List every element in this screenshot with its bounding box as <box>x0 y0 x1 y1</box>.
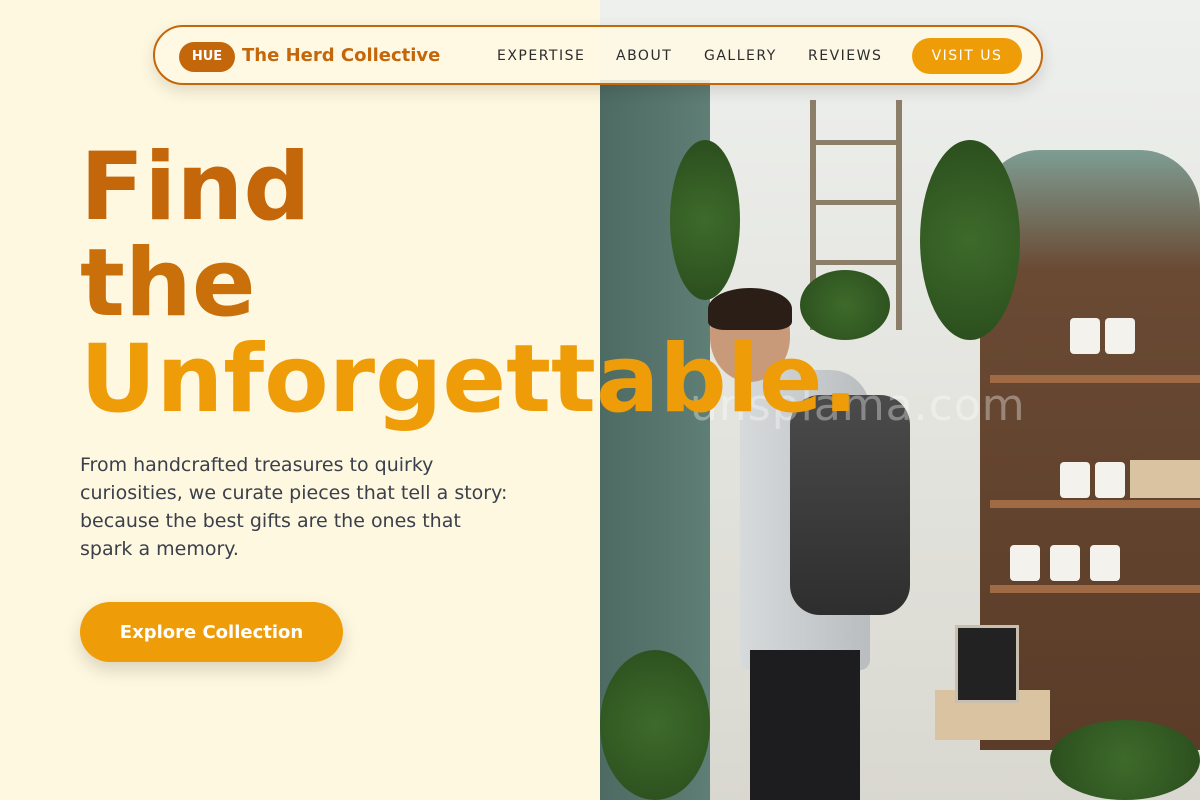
candle-jar <box>1050 545 1080 581</box>
explore-collection-button[interactable]: Explore Collection <box>80 602 343 662</box>
shopper-legs <box>750 650 860 800</box>
top-navbar: HUE The Herd Collective EXPERTISE ABOUT … <box>153 25 1043 85</box>
potted-plant <box>1050 720 1200 800</box>
hero-headline: Find the Unforgettable. <box>80 140 858 428</box>
visit-us-button[interactable]: VISIT US <box>912 38 1022 74</box>
candle-jar <box>1090 545 1120 581</box>
candle-jar <box>1060 462 1090 498</box>
hanging-plant <box>920 140 1020 340</box>
shelf-board <box>990 500 1200 508</box>
chalkboard-sign <box>955 625 1019 703</box>
brand-name[interactable]: The Herd Collective <box>242 45 440 66</box>
nav-link-about[interactable]: ABOUT <box>616 48 672 64</box>
candle-jar <box>1095 462 1125 498</box>
hero-description: From handcrafted treasures to quirky cur… <box>80 454 508 560</box>
nav-link-gallery[interactable]: GALLERY <box>704 48 777 64</box>
headline-line-1: Find <box>80 133 311 242</box>
headline-line-2: the <box>80 229 256 338</box>
shelf-board <box>990 585 1200 593</box>
candle-jar <box>1105 318 1135 354</box>
nav-link-expertise[interactable]: EXPERTISE <box>497 48 585 64</box>
candle-jar <box>1010 545 1040 581</box>
potted-plant <box>600 650 710 800</box>
gift-box <box>1130 460 1200 498</box>
headline-line-3: Unforgettable. <box>80 325 859 434</box>
candle-jar <box>1070 318 1100 354</box>
nav-link-reviews[interactable]: REVIEWS <box>808 48 882 64</box>
logo-badge[interactable]: HUE <box>179 42 235 72</box>
